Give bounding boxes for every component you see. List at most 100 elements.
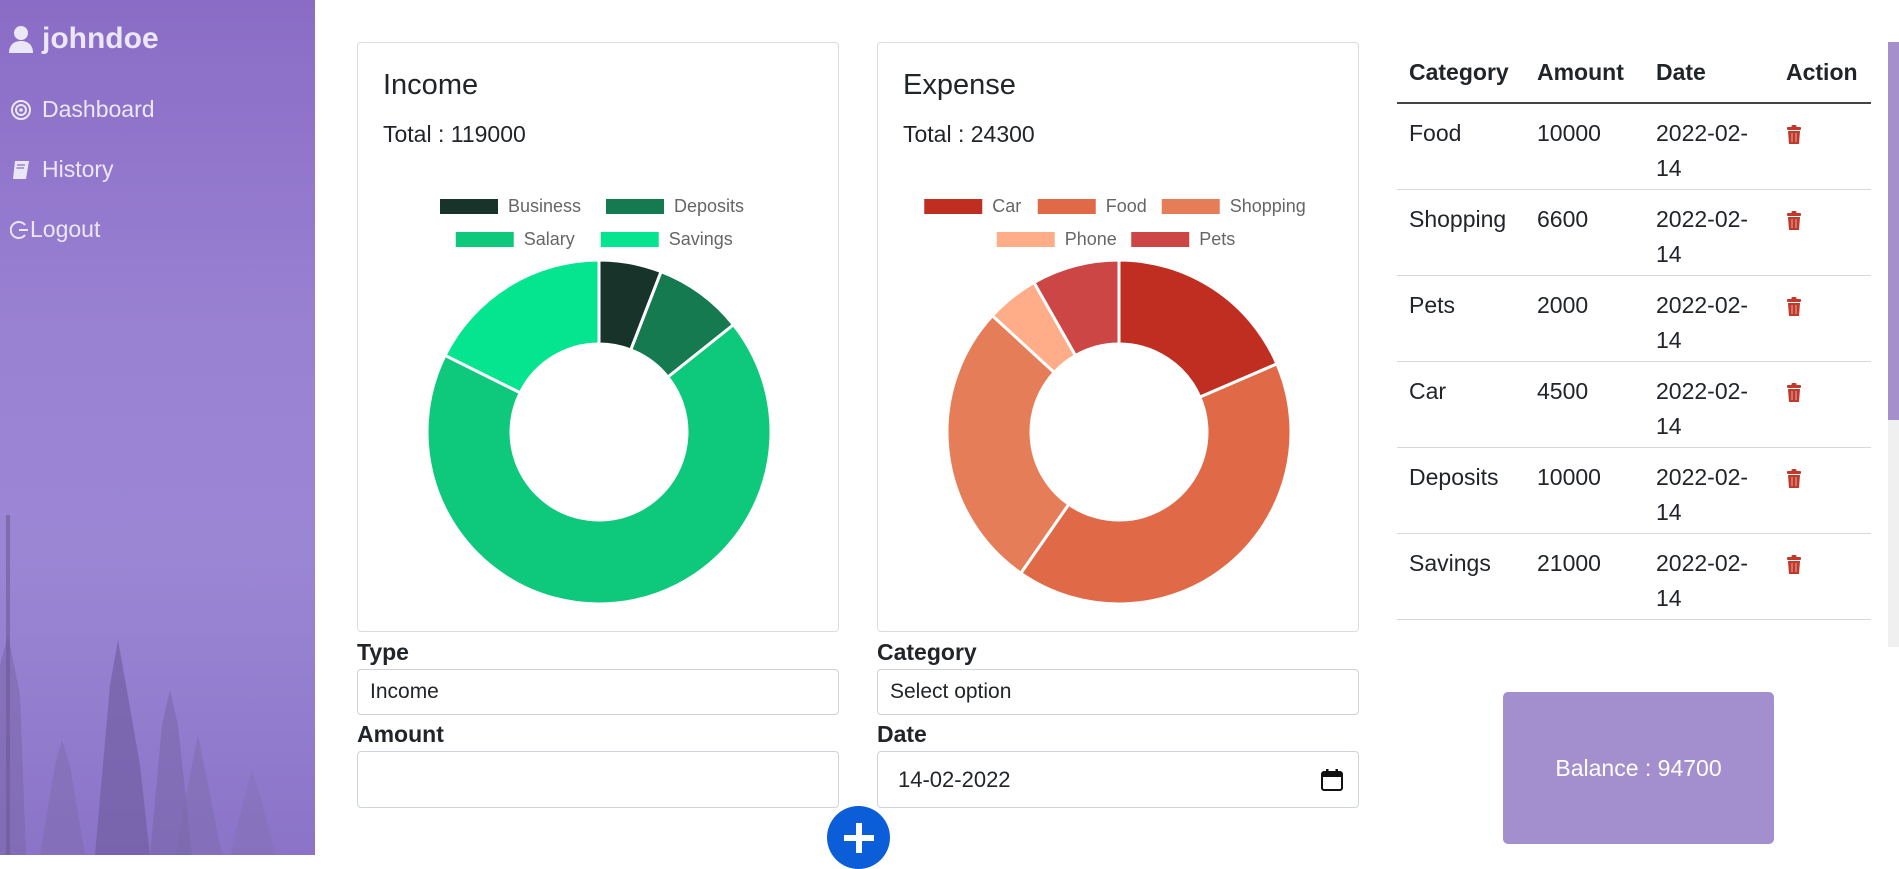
nav-label-logout: Logout	[30, 216, 101, 242]
legend-swatch	[1161, 199, 1220, 214]
calendar-icon[interactable]	[1320, 768, 1344, 792]
table-cell-amount: 21000	[1525, 533, 1644, 620]
type-label: Type	[357, 639, 409, 665]
category-select[interactable]: Select option	[877, 669, 1359, 715]
table-cell-category: Savings	[1397, 533, 1525, 620]
transactions-table: Category Amount Date Action Food 10000 202…	[1397, 42, 1871, 620]
legend-item-business[interactable]: Business	[440, 196, 581, 216]
balance-card: Balance : 94700	[1503, 692, 1774, 844]
table-cell-amount: 4500	[1525, 361, 1644, 448]
header-category: Category	[1397, 42, 1525, 104]
legend-swatch	[996, 232, 1055, 247]
legend-item-salary[interactable]: Salary	[455, 229, 575, 249]
table-scrollbar-thumb[interactable]	[1888, 42, 1899, 420]
table-row: Car 4500 2022-02-14	[1397, 361, 1871, 448]
slice-food[interactable]	[1018, 361, 1293, 606]
table-header-row: Category Amount Date Action	[1397, 42, 1871, 104]
legend-item-savings[interactable]: Savings	[600, 229, 733, 249]
table-cell-action	[1774, 533, 1871, 620]
transactions-table-container[interactable]: Category Amount Date Action Food 10000 202…	[1397, 42, 1871, 647]
legend-swatch	[440, 199, 498, 214]
legend-item-pets[interactable]: Pets	[1131, 229, 1235, 249]
table-cell-date: 2022-02-14	[1644, 103, 1774, 190]
legend-item-deposits[interactable]: Deposits	[606, 196, 744, 216]
date-input-value: 14-02-2022	[898, 766, 1011, 792]
legend-swatch	[924, 199, 983, 214]
table-cell-action	[1774, 189, 1871, 276]
nav-item-logout[interactable]: Logout	[10, 216, 100, 243]
logout-icon	[10, 220, 28, 239]
table-cell-category: Food	[1397, 103, 1525, 190]
legend-label: Car	[992, 196, 1021, 216]
legend-swatch	[600, 232, 659, 247]
table-cell-amount: 10000	[1525, 103, 1644, 190]
legend-label: Pets	[1199, 229, 1235, 249]
table-cell-category: Deposits	[1397, 447, 1525, 534]
table-cell-action	[1774, 361, 1871, 448]
table-row: Shopping 6600 2022-02-14	[1397, 189, 1871, 276]
table-cell-category: Shopping	[1397, 189, 1525, 276]
legend-item-shopping[interactable]: Shopping	[1161, 196, 1306, 216]
legend-label: Shopping	[1230, 196, 1306, 216]
nav-item-history[interactable]: History	[10, 156, 114, 183]
legend-label: Savings	[669, 229, 733, 249]
trash-icon[interactable]	[1786, 382, 1802, 403]
table-cell-date: 2022-02-14	[1644, 533, 1774, 620]
table-cell-action	[1774, 275, 1871, 362]
table-row: Food 10000 2022-02-14	[1397, 103, 1871, 190]
legend-item-phone[interactable]: Phone	[996, 229, 1117, 249]
legend-label: Business	[508, 196, 581, 216]
table-cell-date: 2022-02-14	[1644, 361, 1774, 448]
header-date: Date	[1644, 42, 1774, 104]
category-select-value: Select option	[890, 680, 1012, 703]
legend-label: Deposits	[674, 196, 744, 216]
category-label: Category	[877, 639, 977, 665]
trash-icon[interactable]	[1786, 554, 1802, 575]
table-cell-date: 2022-02-14	[1644, 189, 1774, 276]
add-transaction-button[interactable]	[827, 806, 890, 869]
type-select[interactable]: Income	[357, 669, 839, 715]
table-row: Pets 2000 2022-02-14	[1397, 275, 1871, 362]
type-select-value: Income	[370, 680, 439, 703]
trash-icon[interactable]	[1786, 210, 1802, 231]
table-scrollbar[interactable]	[1888, 42, 1899, 647]
amount-label: Amount	[357, 721, 444, 747]
expense-card: Expense Total : 24300 Car Food Shopping Pho…	[877, 42, 1359, 632]
expense-doughnut-chart: Car Food Shopping Phone Pets	[924, 196, 1306, 606]
date-input[interactable]: 14-02-2022	[877, 751, 1359, 808]
nav-label-history: History	[42, 156, 114, 182]
table-cell-date: 2022-02-14	[1644, 447, 1774, 534]
income-doughnut-chart: Business Deposits Salary Savings	[425, 196, 773, 606]
trash-icon[interactable]	[1786, 125, 1802, 145]
plus-icon	[843, 822, 874, 853]
trash-icon[interactable]	[1786, 468, 1802, 489]
user-profile[interactable]: johndoe	[8, 22, 159, 56]
user-icon	[9, 26, 33, 53]
header-action: Action	[1774, 42, 1871, 104]
legend-swatch	[606, 199, 664, 214]
table-cell-amount: 6600	[1525, 189, 1644, 276]
dashboard-icon	[11, 99, 31, 120]
table-row: Deposits 10000 2022-02-14	[1397, 447, 1871, 534]
table-cell-action	[1774, 103, 1871, 190]
nav-item-dashboard[interactable]: Dashboard	[10, 96, 155, 123]
table-row: Savings 21000 2022-02-14	[1397, 533, 1871, 620]
sidebar: johndoe Dashboard History Logout	[0, 0, 315, 855]
legend-label: Food	[1106, 196, 1147, 216]
table-cell-amount: 10000	[1525, 447, 1644, 534]
legend-item-food[interactable]: Food	[1037, 196, 1147, 216]
legend-item-car[interactable]: Car	[924, 196, 1021, 216]
nav-label-dashboard: Dashboard	[42, 96, 155, 122]
forest-background-icon	[0, 515, 276, 855]
header-amount: Amount	[1525, 42, 1644, 104]
date-label: Date	[877, 721, 927, 747]
table-cell-date: 2022-02-14	[1644, 275, 1774, 362]
table-cell-category: Car	[1397, 361, 1525, 448]
income-card: Income Total : 119000 Business Deposits Sa…	[357, 42, 839, 632]
amount-input[interactable]	[357, 751, 839, 808]
legend-swatch	[1131, 232, 1190, 247]
trash-icon[interactable]	[1786, 296, 1802, 317]
legend-label: Phone	[1065, 229, 1117, 249]
table-cell-amount: 2000	[1525, 275, 1644, 362]
username: johndoe	[42, 22, 159, 55]
